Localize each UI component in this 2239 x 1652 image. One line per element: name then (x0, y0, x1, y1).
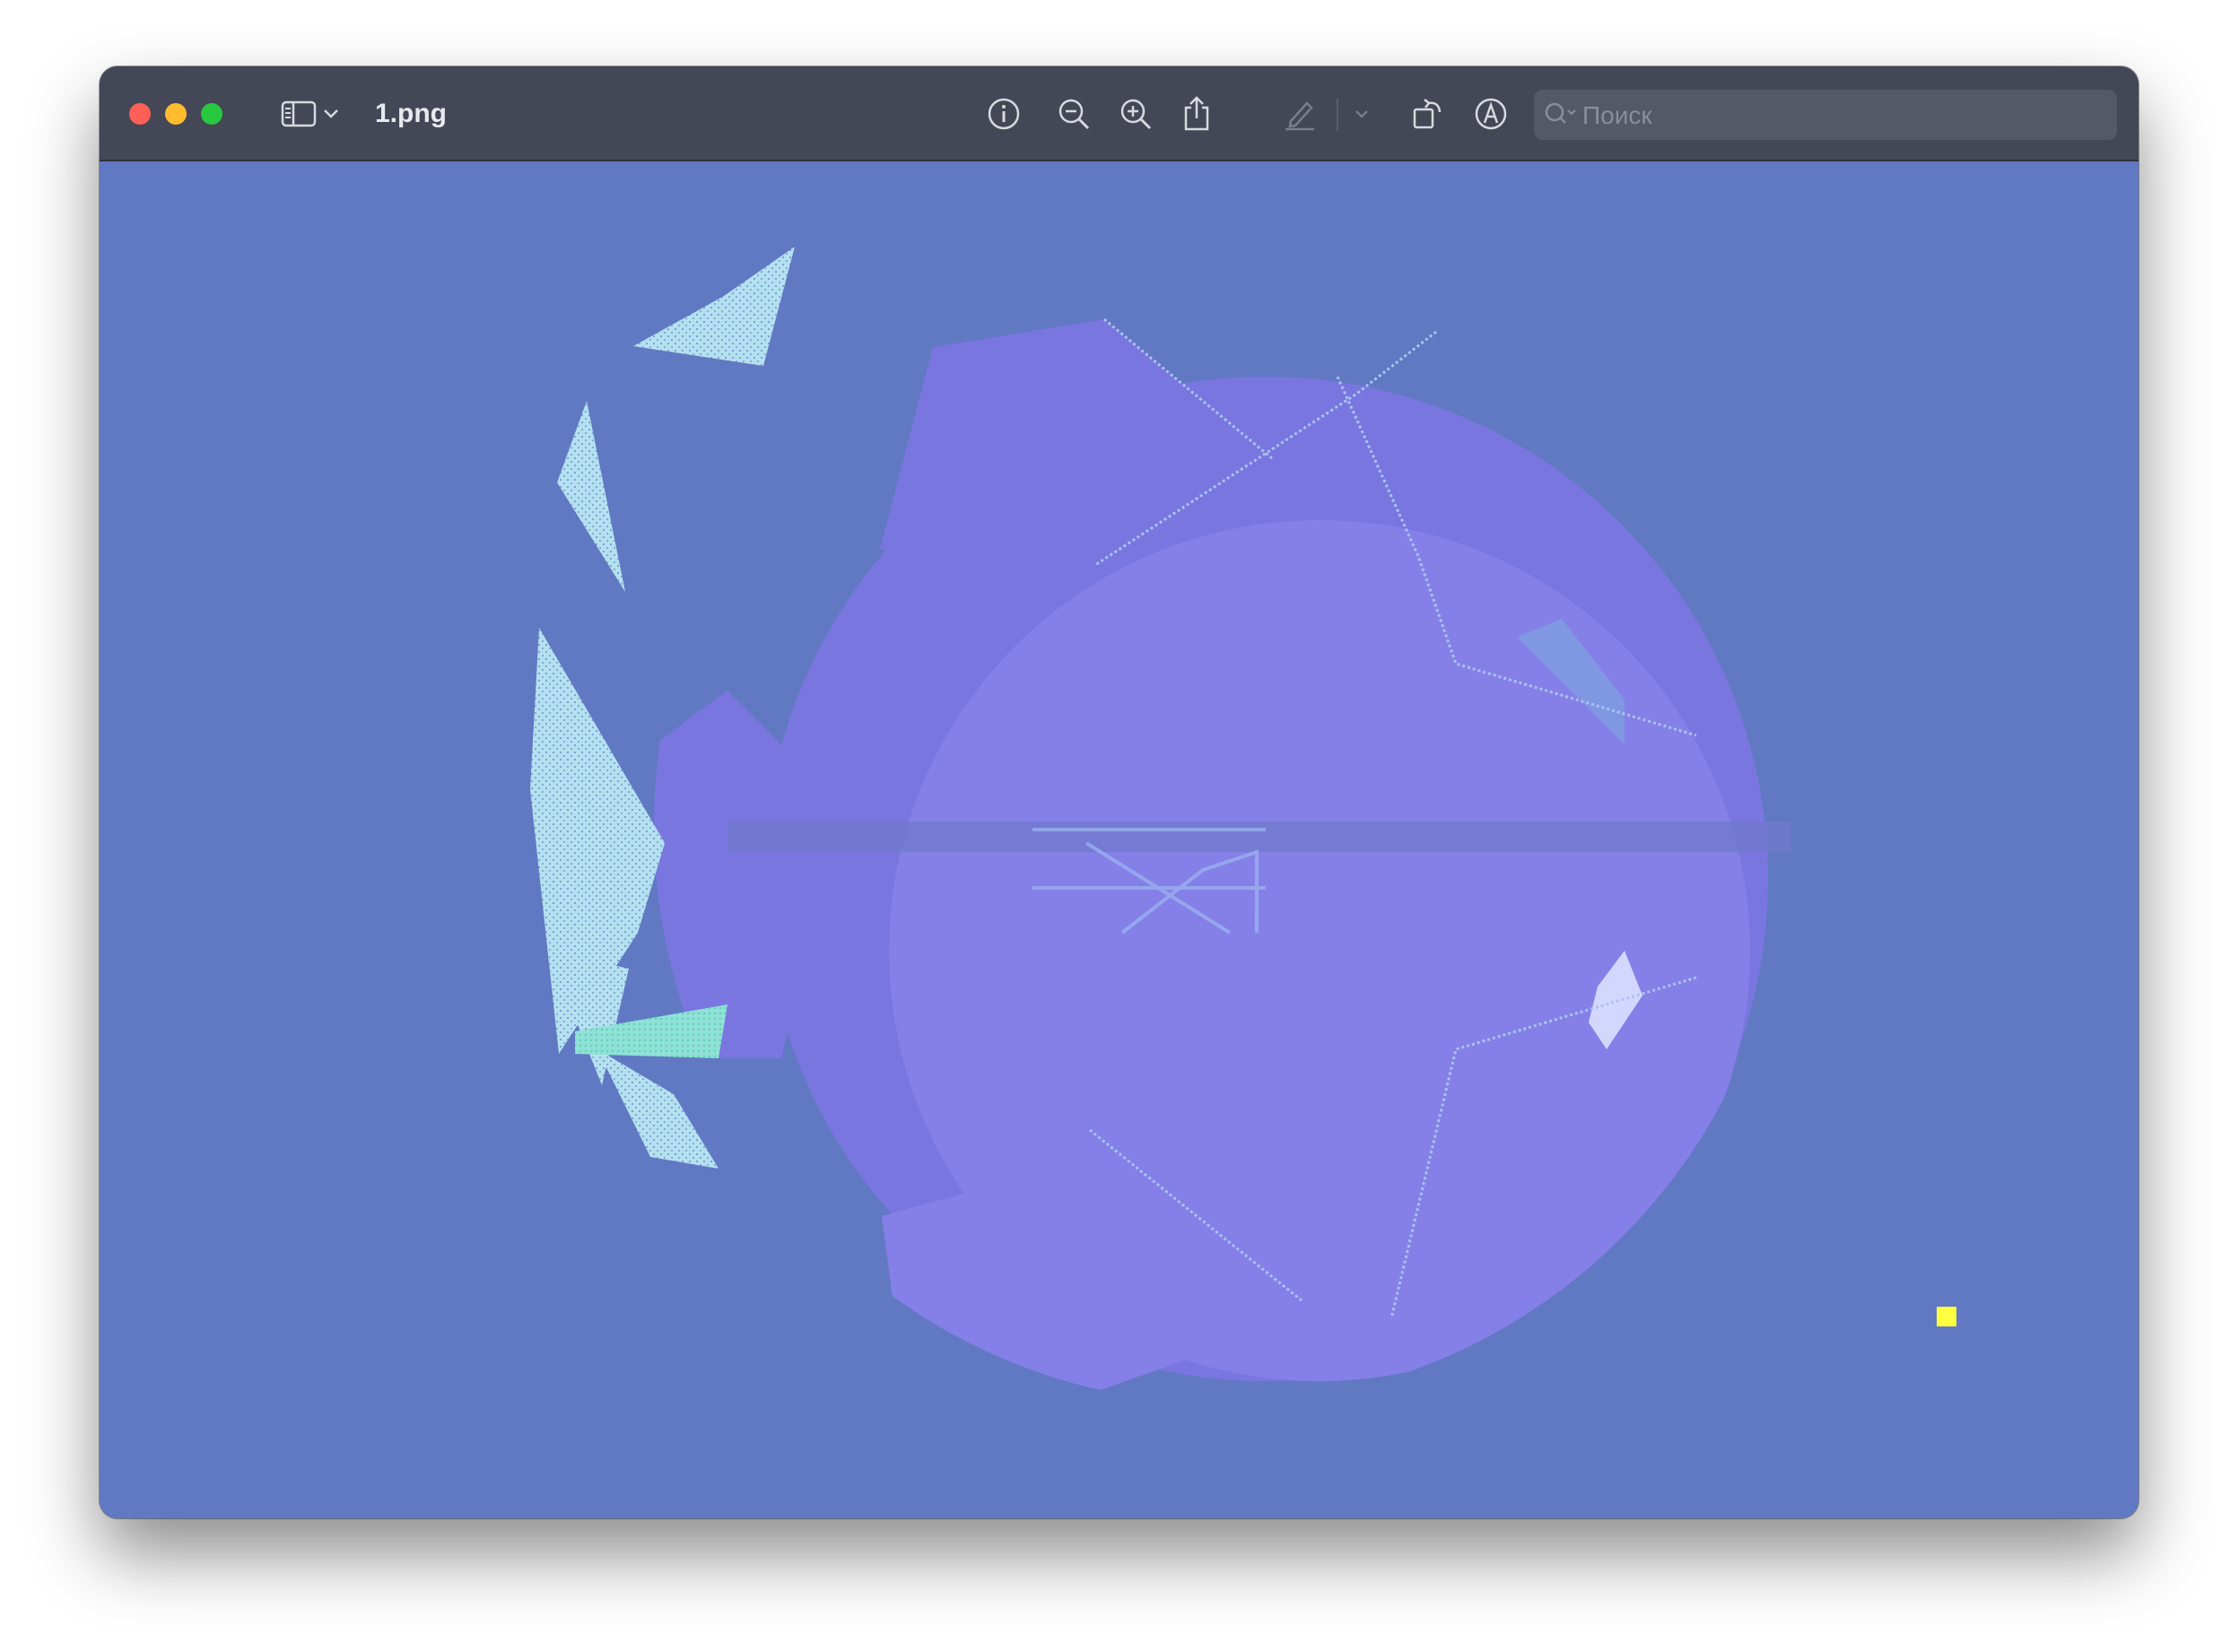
zoom-button[interactable] (201, 103, 222, 125)
window-title: 1.png (375, 99, 447, 128)
marker-square (1937, 1307, 1956, 1326)
kaleidoscope-disc (654, 247, 1791, 1404)
zoom-in-icon[interactable] (1115, 93, 1156, 135)
search-input[interactable] (1581, 90, 2104, 142)
minimize-button[interactable] (165, 103, 187, 125)
highlight-pen-icon[interactable] (1279, 93, 1320, 135)
share-icon[interactable] (1176, 93, 1217, 135)
chevron-down-icon[interactable] (318, 93, 344, 135)
zoom-out-icon[interactable] (1053, 93, 1094, 135)
close-button[interactable] (129, 103, 151, 125)
image-canvas (100, 161, 2139, 1518)
shard (597, 1049, 719, 1169)
search-field[interactable] (1534, 90, 2117, 142)
image-content (530, 247, 1956, 1404)
info-icon[interactable] (983, 93, 1024, 135)
markup-icon[interactable] (1470, 93, 1512, 135)
search-icon (1543, 100, 1579, 134)
chevron-down-icon[interactable] (1348, 93, 1375, 135)
shard (633, 247, 795, 366)
sidebar-toggle-icon[interactable] (278, 93, 319, 135)
shard (557, 401, 625, 592)
title-bar: 1.png (100, 66, 2139, 161)
rotate-icon[interactable] (1407, 93, 1449, 135)
preview-window: 1.png (100, 66, 2139, 1518)
toolbar-divider (1337, 99, 1338, 131)
